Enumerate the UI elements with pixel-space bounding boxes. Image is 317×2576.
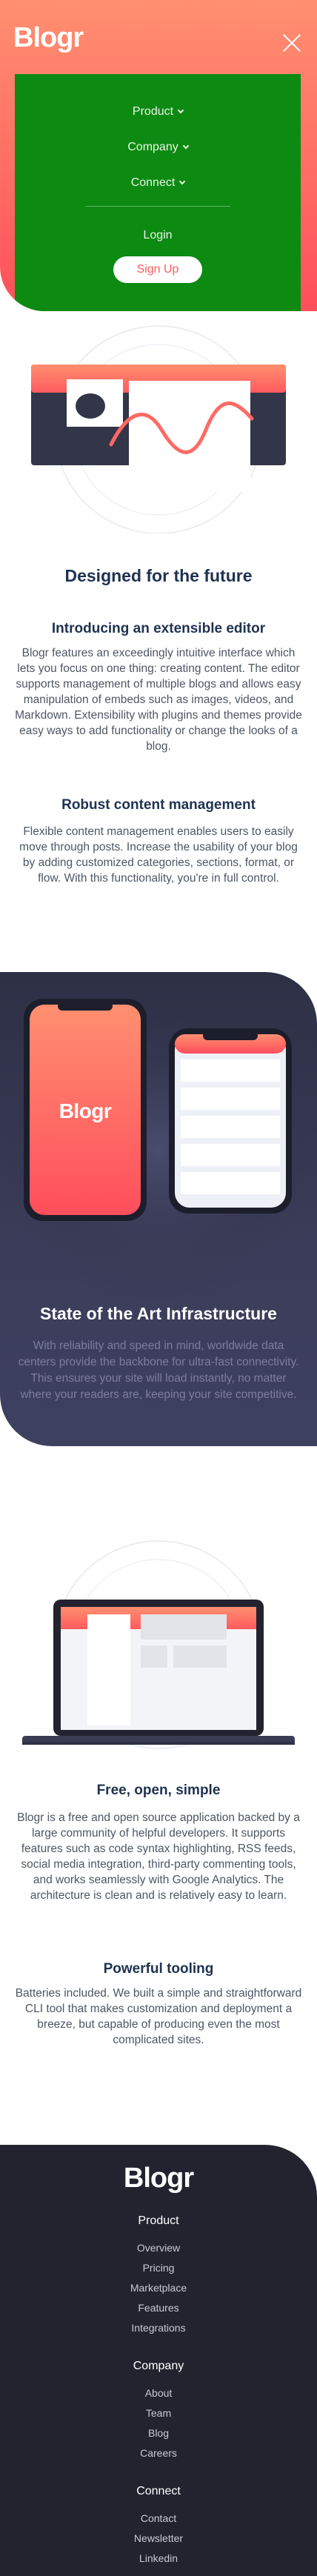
- menu-item-company[interactable]: Company: [15, 141, 301, 154]
- feature-text: Blogr features an exceedingly intuitive …: [15, 647, 302, 753]
- footer-heading-company: Company: [133, 2360, 184, 2372]
- footer-link-integrations[interactable]: Integrations: [0, 2322, 317, 2334]
- footer-link-overview[interactable]: Overview: [0, 2242, 317, 2254]
- footer-link-blog[interactable]: Blog: [0, 2427, 317, 2439]
- mobile-menu: Product Company Connect Login Sign Up: [15, 74, 301, 311]
- login-link[interactable]: Login: [15, 229, 301, 242]
- phone-logo: Blogr: [59, 1099, 112, 1122]
- footer-link-contact[interactable]: Contact: [0, 2512, 317, 2524]
- menu-item-label: Product: [132, 105, 174, 118]
- feature-text: Blogr is a free and open source applicat…: [17, 1811, 300, 1902]
- feature-text: Flexible content management enables user…: [19, 825, 298, 885]
- footer-link-linkedin[interactable]: Linkedin: [0, 2552, 317, 2564]
- footer-link-marketplace[interactable]: Marketplace: [0, 2282, 317, 2294]
- feature-title: Free, open, simple: [96, 1783, 221, 1798]
- logo[interactable]: Blogr: [13, 22, 84, 54]
- chevron-down-icon: [177, 107, 184, 114]
- footer-heading-product: Product: [138, 2214, 179, 2227]
- feature-title: Robust content management: [61, 797, 256, 813]
- section-title-future: Designed for the future: [64, 566, 253, 585]
- menu-item-connect[interactable]: Connect: [15, 176, 301, 190]
- infrastructure-text: With reliability and speed in mind, worl…: [18, 1339, 299, 1401]
- footer-link-careers[interactable]: Careers: [0, 2447, 317, 2459]
- menu-divider: [85, 206, 230, 207]
- footer-link-about[interactable]: About: [0, 2387, 317, 2399]
- feature-title: Introducing an extensible editor: [51, 621, 266, 636]
- feature-title: Powerful tooling: [103, 1961, 214, 1977]
- phones-illustration: [3, 994, 314, 1298]
- footer-heading-connect: Connect: [136, 2485, 181, 2497]
- menu-item-product[interactable]: Product: [15, 105, 301, 119]
- footer-logo[interactable]: Blogr: [0, 2163, 317, 2194]
- hero-header: Blogr Product Company Connect Login Sign…: [0, 0, 317, 311]
- section-title-infrastructure: State of the Art Infrastructure: [40, 1304, 277, 1323]
- menu-item-label: Connect: [130, 176, 176, 189]
- footer-link-team[interactable]: Team: [0, 2407, 317, 2419]
- footer: Blogr Product Overview Pricing Marketpla…: [0, 2145, 317, 2576]
- signup-button[interactable]: Sign Up: [113, 256, 202, 283]
- infrastructure-section: Blogr State of the Art Infrastructure Wi…: [0, 972, 317, 1446]
- footer-link-pricing[interactable]: Pricing: [0, 2262, 317, 2274]
- close-menu-icon[interactable]: [281, 33, 302, 53]
- footer-link-newsletter[interactable]: Newsletter: [0, 2532, 317, 2544]
- menu-item-label: Company: [127, 141, 178, 153]
- footer-link-features[interactable]: Features: [0, 2302, 317, 2314]
- chevron-down-icon: [179, 178, 186, 185]
- editor-illustration: [31, 325, 286, 533]
- chevron-down-icon: [182, 142, 189, 150]
- laptop-illustration: [22, 1540, 295, 1749]
- feature-text: Batteries included. We built a simple an…: [15, 1987, 302, 2046]
